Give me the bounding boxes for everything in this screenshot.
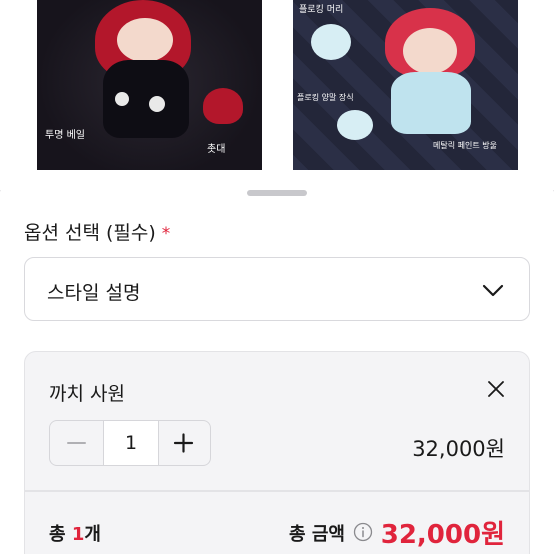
figure-coat [391,72,471,134]
product-image-right[interactable]: 플로킹 머리 플로킹 양말 장식 메탈릭 페인트 방울 [293,0,518,180]
selected-option-name: 까치 사원 [49,383,125,405]
caption-hair: 플로킹 머리 [299,5,344,15]
decrease-quantity-button[interactable] [50,421,103,465]
total-count-prefix: 총 [49,524,72,545]
plus-icon [173,433,194,453]
option-select-dropdown[interactable]: 스타일 설명 [24,257,530,321]
increase-quantity-button[interactable] [157,421,210,465]
minus-icon [67,442,86,444]
option-section-title: 옵션 선택 (필수) * [24,218,170,245]
accessory-image [337,110,373,140]
dress-pattern [149,96,165,112]
caption-veil: 투명 베일 [45,130,85,141]
product-image-left[interactable]: 투명 베일 촛대 [37,0,262,180]
sheet-drag-handle[interactable] [247,190,307,196]
total-count-suffix: 개 [84,524,101,545]
total-count: 총 1개 [49,520,101,546]
selected-option-price: 32,000원 [412,437,505,461]
accessory-image [311,24,351,60]
total-amount-label: 총 금액 [289,524,345,545]
total-amount-value: 32,000원 [380,520,505,550]
option-bottom-sheet: 옵션 선택 (필수) * 스타일 설명 까치 사원 1 32,000원 총 1개… [0,170,554,554]
required-mark: * [161,224,171,244]
close-icon[interactable] [485,378,507,400]
chevron-down-icon [482,284,504,297]
figure-face [403,28,457,74]
option-title-text: 옵션 선택 (필수) [24,222,156,244]
total-summary-bar: 총 1개 총 금액 32,000원 [24,491,530,554]
selected-option-card: 까치 사원 1 32,000원 [24,351,530,491]
accessory-image [203,88,243,124]
figure-face [117,18,173,62]
total-count-number: 1 [71,524,85,545]
dress-pattern [115,92,129,106]
caption-socks: 플로킹 양말 장식 [297,93,354,102]
product-image-strip: 투명 베일 촛대 플로킹 머리 플로킹 양말 장식 메탈릭 페인트 방울 [0,0,554,190]
info-icon[interactable] [353,522,373,542]
caption-bell: 메탈릭 페인트 방울 [433,141,497,150]
quantity-stepper: 1 [49,420,211,466]
caption-candle: 촛대 [207,144,226,155]
option-select-value: 스타일 설명 [47,282,141,304]
quantity-value[interactable]: 1 [103,420,159,466]
